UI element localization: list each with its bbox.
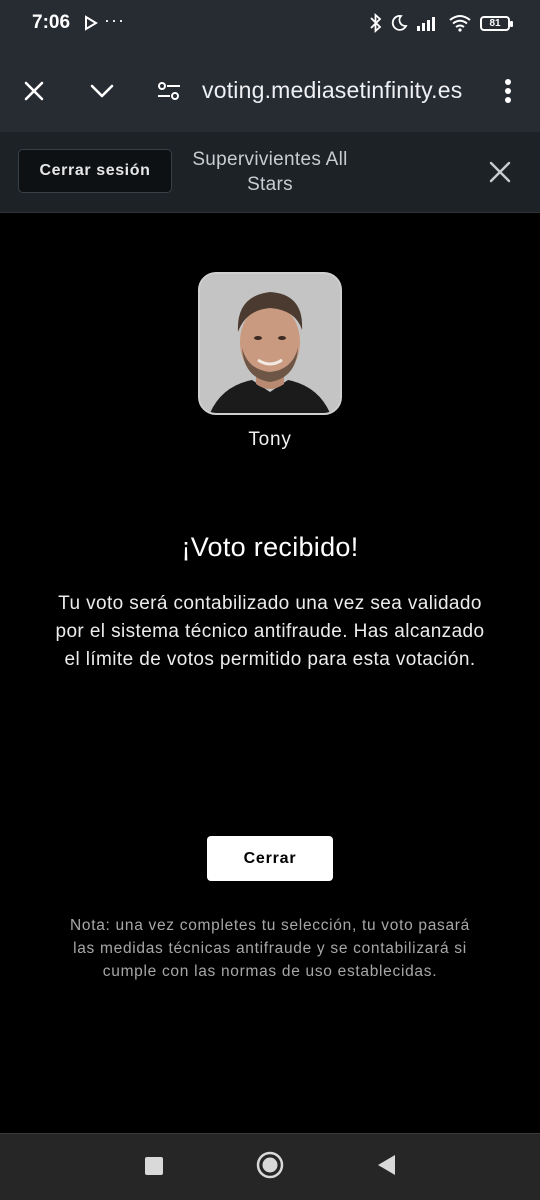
close-voting-button[interactable] [486, 158, 514, 186]
browser-menu-button[interactable] [496, 75, 520, 107]
back-triangle-icon [378, 1155, 395, 1175]
home-button[interactable] [254, 1149, 286, 1181]
close-tab-button[interactable] [18, 75, 50, 107]
url-text[interactable]: voting.mediasetinfinity.es [202, 77, 462, 104]
home-circle-icon [256, 1151, 284, 1179]
browser-toolbar: voting.mediasetinfinity.es [0, 50, 540, 132]
logout-button[interactable]: Cerrar sesión [18, 149, 172, 193]
status-bar: 7:06 ··· 81 [0, 0, 540, 50]
show-title: Supervivientes All Stars [192, 149, 348, 195]
tune-icon [158, 82, 180, 100]
status-time: 7:06 [32, 12, 71, 33]
wifi-icon [449, 15, 471, 32]
contestant-name: Tony [248, 429, 292, 450]
more-vertical-icon [505, 79, 511, 103]
square-recents-icon [145, 1157, 163, 1175]
more-notifications-icon: ··· [104, 10, 125, 30]
chevron-down-icon [90, 84, 114, 98]
vote-received-title: ¡Voto recibido! [181, 532, 359, 562]
bluetooth-icon [370, 13, 382, 33]
vote-message: Tu voto será contabilizado una vez sea v… [55, 593, 485, 670]
contestant-photo [198, 272, 342, 415]
system-nav-bar [0, 1133, 540, 1200]
close-icon [24, 81, 44, 101]
signal-icon [417, 17, 435, 31]
contestant-portrait [200, 274, 340, 413]
antifraud-note: Nota: una vez completes tu selección, tu… [70, 917, 470, 980]
do-not-disturb-moon-icon [391, 15, 408, 31]
battery-indicator: 81 [480, 15, 513, 31]
recents-button[interactable] [140, 1152, 168, 1180]
play-store-icon [85, 15, 98, 31]
close-button[interactable]: Cerrar [207, 836, 333, 881]
status-icons: 81 [370, 13, 513, 33]
minimize-tab-button[interactable] [86, 75, 118, 107]
site-settings-button[interactable] [155, 79, 183, 103]
close-icon [489, 161, 511, 183]
back-button[interactable] [372, 1151, 400, 1179]
site-header: Cerrar sesión Supervivientes All Stars [0, 132, 540, 213]
